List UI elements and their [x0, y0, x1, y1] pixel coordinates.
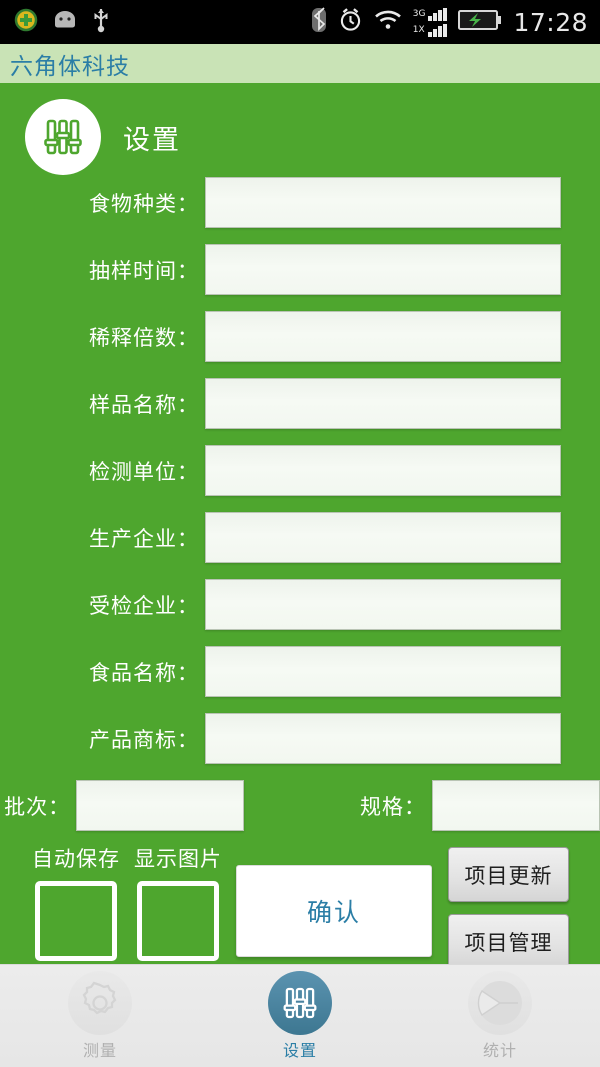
dilution-factor-input[interactable]	[205, 311, 561, 362]
pie-chart-icon	[468, 971, 532, 1035]
checkbox-show-image-box[interactable]	[137, 881, 219, 961]
signal-bars-icon: 3G 1X	[412, 7, 448, 37]
status-bar: 3G 1X 17:28	[0, 0, 600, 44]
confirm-button[interactable]: 确认	[236, 865, 432, 957]
manufacturer-input[interactable]	[205, 512, 561, 563]
bottom-navigation-bar: 测量 设置 统计	[0, 964, 600, 1067]
project-update-button[interactable]: 项目更新	[448, 847, 569, 902]
bluetooth-icon	[311, 7, 327, 37]
label-product-trademark: 产品商标：	[89, 727, 199, 752]
form-row-sampling-time: 抽样时间：	[0, 236, 600, 303]
nav-label-settings: 设置	[282, 1041, 317, 1060]
form-row-food-type: 食物种类：	[0, 169, 600, 236]
checkbox-show-image-label: 显示图片	[134, 847, 222, 871]
plus-circle-icon	[14, 8, 38, 36]
label-testing-unit: 检测单位：	[89, 459, 199, 484]
sampling-time-input[interactable]	[205, 244, 561, 295]
form-row-testing-unit: 检测单位：	[0, 437, 600, 504]
settings-form: 食物种类： 抽样时间： 稀释倍数： 样品名称： 检测单位： 生产企业： 受检企业…	[0, 169, 600, 839]
checkbox-auto-save-label: 自动保存	[32, 847, 120, 871]
checkbox-show-image[interactable]: 显示图片	[132, 843, 224, 961]
settings-page-body: 设置 食物种类： 抽样时间： 稀释倍数： 样品名称： 检测单位： 生产企业： 受…	[0, 89, 600, 969]
form-row-dilution-factor: 稀释倍数：	[0, 303, 600, 370]
form-row-batch-spec: 批次： 规格：	[0, 772, 600, 839]
form-row-food-name: 食品名称：	[0, 638, 600, 705]
nav-item-measure[interactable]: 测量	[0, 965, 200, 1067]
label-dilution-factor: 稀释倍数：	[89, 325, 199, 350]
nav-label-measure: 测量	[82, 1041, 117, 1060]
label-food-name: 食品名称：	[89, 660, 199, 685]
app-title-bar: 六角体科技	[0, 44, 600, 86]
checkbox-group: 自动保存 显示图片	[30, 843, 224, 961]
food-name-input[interactable]	[205, 646, 561, 697]
project-manage-button[interactable]: 项目管理	[448, 914, 569, 969]
app-screen: 3G 1X 17:28 六角体科技 设置 食物种类： 抽样时间： 稀释倍数： 样…	[0, 0, 600, 1067]
form-row-sample-name: 样品名称：	[0, 370, 600, 437]
label-spec: 规格：	[360, 794, 426, 819]
label-batch: 批次：	[4, 794, 71, 819]
page-title: 设置	[123, 124, 181, 156]
form-row-manufacturer: 生产企业：	[0, 504, 600, 571]
side-button-group: 项目更新 项目管理	[448, 847, 569, 969]
inspected-company-input[interactable]	[205, 579, 561, 630]
app-title: 六角体科技	[10, 53, 130, 80]
android-robot-icon	[52, 10, 78, 34]
spec-input[interactable]	[432, 780, 600, 831]
battery-charging-icon	[458, 8, 502, 36]
nav-item-statistics[interactable]: 统计	[400, 965, 600, 1067]
sliders-icon	[268, 971, 332, 1035]
label-inspected-company: 受检企业：	[89, 593, 199, 618]
status-bar-right-icons: 3G 1X 17:28	[311, 7, 600, 37]
bottom-controls: 自动保存 显示图片 确认 项目更新 项目管理	[0, 837, 600, 969]
sample-name-input[interactable]	[205, 378, 561, 429]
form-row-inspected-company: 受检企业：	[0, 571, 600, 638]
batch-input[interactable]	[76, 780, 245, 831]
label-food-type: 食物种类：	[89, 191, 199, 216]
network-type-1x: 1X	[412, 24, 425, 35]
product-trademark-input[interactable]	[205, 713, 561, 764]
nav-label-statistics: 统计	[482, 1041, 517, 1060]
usb-icon	[92, 7, 110, 37]
food-type-input[interactable]	[205, 177, 561, 228]
network-type-3g: 3G	[412, 8, 426, 19]
label-sampling-time: 抽样时间：	[89, 258, 199, 283]
form-row-product-trademark: 产品商标：	[0, 705, 600, 772]
page-header: 设置	[25, 99, 181, 175]
label-sample-name: 样品名称：	[89, 392, 199, 417]
alarm-clock-icon	[338, 7, 363, 37]
confirm-button-label: 确认	[306, 898, 361, 927]
checkbox-auto-save-box[interactable]	[35, 881, 117, 961]
sliders-icon	[25, 99, 101, 175]
label-manufacturer: 生产企业：	[89, 526, 199, 551]
testing-unit-input[interactable]	[205, 445, 561, 496]
status-bar-clock: 17:28	[513, 7, 588, 37]
status-bar-left-icons	[0, 7, 110, 37]
checkbox-auto-save[interactable]: 自动保存	[30, 843, 122, 961]
gear-icon	[68, 971, 132, 1035]
nav-item-settings[interactable]: 设置	[200, 965, 400, 1067]
wifi-icon	[374, 9, 402, 35]
